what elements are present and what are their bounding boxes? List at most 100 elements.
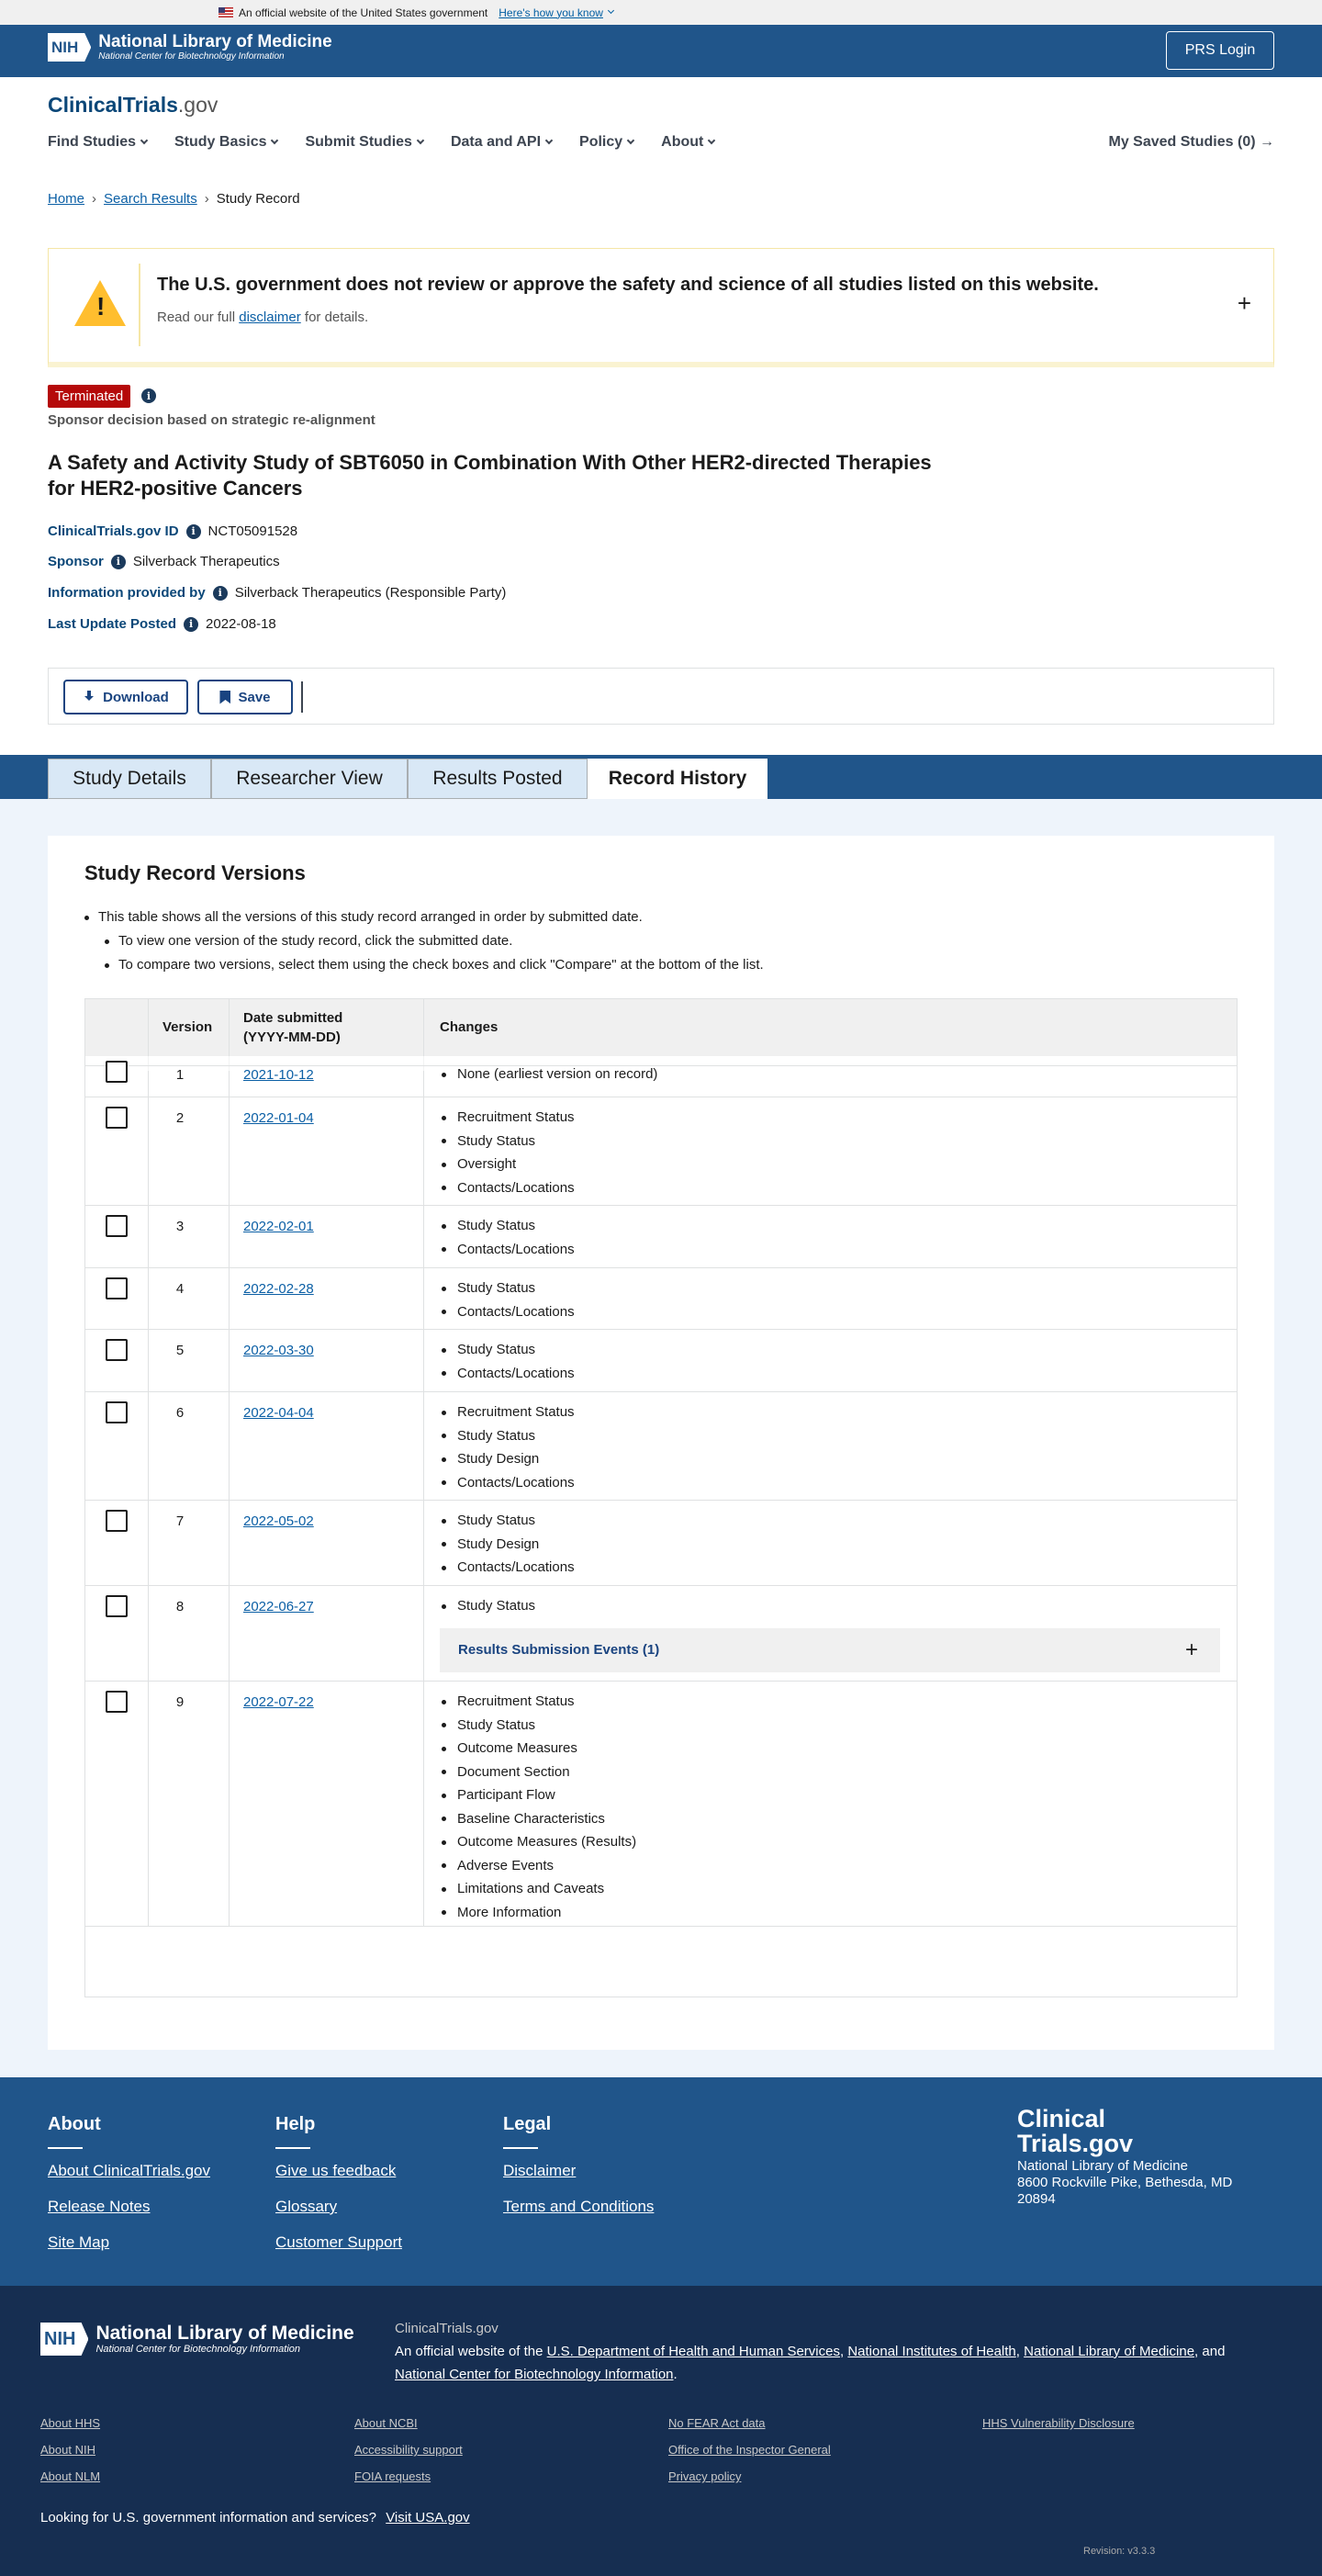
nav-find-studies[interactable]: Find Studies	[48, 134, 149, 151]
version-checkbox[interactable]	[106, 1401, 128, 1423]
chevron-right-icon: ›	[204, 191, 209, 207]
footer-link[interactable]: About NCBI	[354, 2416, 418, 2430]
footer-link[interactable]: Terms and Conditions	[503, 2198, 654, 2216]
notice-title: The U.S. government does not review or a…	[157, 275, 1099, 295]
footer-link[interactable]: About HHS	[40, 2416, 100, 2430]
nav-about[interactable]: About	[661, 134, 716, 151]
nih-logo-icon: NIH	[48, 33, 92, 62]
site-logo[interactable]: ClinicalTrials.gov	[48, 93, 218, 118]
footer-link[interactable]: Customer Support	[275, 2233, 402, 2252]
nlm-logo[interactable]: NIH National Library of Medicine Nationa…	[48, 33, 332, 62]
footer-link[interactable]: FOIA requests	[354, 2469, 431, 2483]
notice-text: Read our full disclaimer for details.	[157, 309, 369, 325]
version-date-link[interactable]: 2022-01-04	[243, 1110, 314, 1126]
footer-link[interactable]: About NIH	[40, 2443, 95, 2457]
version-checkbox[interactable]	[106, 1339, 128, 1361]
download-button[interactable]: Download	[63, 680, 188, 714]
info-icon[interactable]: i	[212, 585, 228, 601]
version-date-link[interactable]: 2022-04-04	[243, 1405, 314, 1421]
footer-link[interactable]: Release Notes	[48, 2198, 210, 2216]
version-checkbox[interactable]	[106, 1277, 128, 1299]
my-saved-studies-link[interactable]: My Saved Studies (0) →	[1109, 134, 1275, 151]
chevron-down-icon	[416, 136, 425, 145]
hhs-link[interactable]: U.S. Department of Health and Human Serv…	[547, 2344, 840, 2359]
nlm-footer-logo[interactable]: NIH National Library of Medicine Nationa…	[40, 2323, 354, 2356]
info-icon[interactable]: i	[184, 616, 199, 632]
ncbi-link[interactable]: National Center for Biotechnology Inform…	[395, 2367, 674, 2382]
chevron-right-icon: ›	[92, 191, 97, 207]
col-changes: Changes	[440, 1019, 499, 1035]
breadcrumb-home[interactable]: Home	[48, 191, 84, 207]
version-checkbox[interactable]	[106, 1691, 128, 1713]
sponsor-value: Silverback Therapeutics	[132, 554, 280, 569]
footer-link[interactable]: Privacy policy	[668, 2469, 741, 2483]
tab-record-history[interactable]: Record History	[588, 759, 767, 799]
version-date-link[interactable]: 2022-07-22	[243, 1694, 314, 1710]
footer-link[interactable]: Disclaimer	[503, 2162, 654, 2180]
footer-about: About About ClinicalTrials.gov Release N…	[48, 2114, 210, 2252]
footer-link[interactable]: About ClinicalTrials.gov	[48, 2162, 210, 2180]
actions-bar: Download Save	[48, 668, 1274, 725]
provided-by-row: Information provided by i Silverback Thera…	[48, 585, 507, 601]
breadcrumb-search-results[interactable]: Search Results	[104, 191, 197, 207]
version-date-link[interactable]: 2022-02-01	[243, 1219, 314, 1234]
tab-researcher-view[interactable]: Researcher View	[211, 759, 408, 799]
footer-link[interactable]: Give us feedback	[275, 2162, 402, 2180]
gov-banner-text: An official website of the United States…	[239, 6, 488, 19]
nlm-link[interactable]: National Library of Medicine	[1024, 2344, 1194, 2359]
study-title: A Safety and Activity Study of SBT6050 i…	[48, 451, 932, 500]
footer-link[interactable]: Glossary	[275, 2198, 402, 2216]
termination-reason: Sponsor decision based on strategic re-a…	[48, 412, 375, 428]
version-date-link[interactable]: 2022-02-28	[243, 1281, 314, 1297]
version-date-link[interactable]: 2021-10-12	[243, 1067, 314, 1083]
table-row: 9 2022-07-22 Recruitment Status Study St…	[85, 1681, 1237, 1927]
nav-data-api[interactable]: Data and API	[451, 134, 554, 151]
chevron-down-icon	[544, 136, 554, 145]
version-date-link[interactable]: 2022-06-27	[243, 1599, 314, 1614]
last-update-row: Last Update Posted i 2022-08-18	[48, 616, 276, 632]
nih-link[interactable]: National Institutes of Health	[847, 2344, 1015, 2359]
versions-table: Version Date submitted (YYYY-MM-DD) Chan…	[84, 998, 1238, 1997]
plus-icon: +	[1184, 1637, 1198, 1662]
tab-study-details[interactable]: Study Details	[48, 759, 211, 799]
footer-link[interactable]: Accessibility support	[354, 2443, 463, 2457]
nav-policy[interactable]: Policy	[579, 134, 635, 151]
version-checkbox[interactable]	[106, 1061, 128, 1083]
divider	[301, 681, 303, 713]
nav-submit-studies[interactable]: Submit Studies	[305, 134, 425, 151]
chevron-down-icon	[271, 136, 279, 145]
footer-link[interactable]: About NLM	[40, 2469, 100, 2483]
expand-notice-button[interactable]: +	[1238, 289, 1251, 318]
nav-study-basics[interactable]: Study Basics	[174, 134, 279, 151]
version-date-link[interactable]: 2022-05-02	[243, 1513, 314, 1529]
results-submission-accordion[interactable]: Results Submission Events (1) +	[440, 1628, 1220, 1672]
heres-how-link[interactable]: Here's how you know	[499, 6, 603, 19]
footer-link[interactable]: HHS Vulnerability Disclosure	[982, 2416, 1135, 2430]
footer-link[interactable]: Site Map	[48, 2233, 210, 2252]
prs-login-button[interactable]: PRS Login	[1166, 31, 1274, 70]
save-button[interactable]: Save	[197, 680, 293, 714]
footer-link[interactable]: Office of the Inspector General	[668, 2443, 831, 2457]
info-icon[interactable]: i	[110, 554, 126, 569]
status-badge: Terminated	[48, 385, 131, 408]
usa-gov-link[interactable]: Visit USA.gov	[386, 2510, 469, 2525]
info-icon[interactable]: i	[141, 388, 156, 403]
bookmark-icon	[219, 690, 231, 704]
arrow-right-icon: →	[1260, 134, 1274, 150]
info-icon[interactable]: i	[185, 523, 201, 539]
version-checkbox[interactable]	[106, 1215, 128, 1237]
disclaimer-link[interactable]: disclaimer	[239, 309, 301, 325]
footer-link[interactable]: No FEAR Act data	[668, 2416, 766, 2430]
usa-gov-row: Looking for U.S. government information …	[40, 2510, 470, 2525]
version-date-link[interactable]: 2022-03-30	[243, 1343, 314, 1358]
version-checkbox[interactable]	[106, 1107, 128, 1129]
main-nav: Find Studies Study Basics Submit Studies…	[48, 134, 742, 151]
footer-logo[interactable]: Clinical Trials.gov	[1017, 2107, 1133, 2156]
breadcrumb-current: Study Record	[216, 191, 300, 207]
revision-text: Revision: v3.3.3	[1083, 2546, 1156, 2557]
nih-logo-icon: NIH	[40, 2323, 89, 2356]
version-checkbox[interactable]	[106, 1510, 128, 1532]
version-checkbox[interactable]	[106, 1595, 128, 1617]
tab-results-posted[interactable]: Results Posted	[408, 759, 588, 799]
download-icon	[83, 691, 95, 703]
